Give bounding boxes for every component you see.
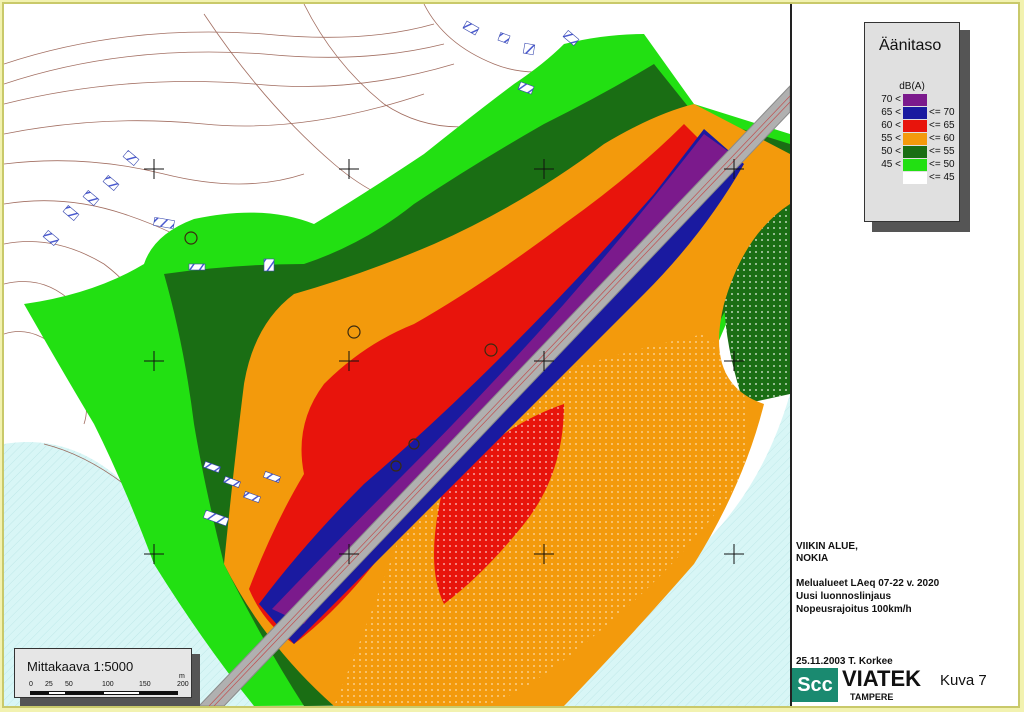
legend-title: Äänitaso xyxy=(879,37,942,54)
legend-lower: 65 < xyxy=(881,107,901,118)
scale-tick: 0 xyxy=(29,681,33,688)
scale-bar-segment xyxy=(48,691,66,695)
noise-map xyxy=(4,4,790,706)
scale-bar-segment xyxy=(103,691,140,695)
legend: Äänitaso dB(A) 70 < 65 < <= 70 60 < <= 6… xyxy=(864,22,960,222)
legend-swatch xyxy=(903,159,927,171)
scale-unit: m xyxy=(179,673,185,680)
scale-tick: 150 xyxy=(139,681,151,688)
legend-upper: <= 60 xyxy=(929,133,955,144)
legend-row: 70 < xyxy=(865,94,959,107)
legend-row: 60 < <= 65 xyxy=(865,120,959,133)
scale-bar-segment xyxy=(66,691,103,695)
legend-swatch xyxy=(903,133,927,145)
scale-tick: 100 xyxy=(102,681,114,688)
legend-lower: 50 < xyxy=(881,146,901,157)
legend-lower: 45 < xyxy=(881,159,901,170)
legend-upper: <= 70 xyxy=(929,107,955,118)
noise-title: Melualueet LAeq 07-22 v. 2020 xyxy=(796,578,940,589)
legend-row: 50 < <= 55 xyxy=(865,146,959,159)
legend-swatch xyxy=(903,146,927,158)
legend-unit: dB(A) xyxy=(899,81,925,92)
scale-tick: 25 xyxy=(45,681,53,688)
legend-lower: 55 < xyxy=(881,133,901,144)
legend-swatch xyxy=(903,172,927,184)
scale-tick: 50 xyxy=(65,681,73,688)
legend-row: 65 < <= 70 xyxy=(865,107,959,120)
scc-logo: Scc xyxy=(792,668,838,702)
legend-row: 55 < <= 60 xyxy=(865,133,959,146)
scale-label: Mittakaava 1:5000 xyxy=(27,659,134,674)
legend-lower: 70 < xyxy=(881,94,901,105)
legend-swatch xyxy=(903,107,927,119)
legend-row: 45 < <= 50 xyxy=(865,159,959,172)
area-name: VIIKIN ALUE, xyxy=(796,541,858,552)
scale-bar-segment xyxy=(30,691,48,695)
alignment: Uusi luonnoslinjaus xyxy=(796,591,892,602)
scale-tick: 200 xyxy=(177,681,189,688)
figure-label: Kuva 7 xyxy=(940,672,987,689)
legend-upper: <= 55 xyxy=(929,146,955,157)
legend-upper: <= 65 xyxy=(929,120,955,131)
viatek-logo: VIATEK xyxy=(842,666,922,691)
speed-limit: Nopeusrajoitus 100km/h xyxy=(796,604,912,615)
tampere-label: TAMPERE xyxy=(850,692,894,702)
legend-upper: <= 50 xyxy=(929,159,955,170)
legend-lower: 60 < xyxy=(881,120,901,131)
legend-swatch xyxy=(903,120,927,132)
legend-row: <= 45 xyxy=(865,172,959,185)
scale-bar-segment xyxy=(140,691,178,695)
legend-upper: <= 45 xyxy=(929,172,955,183)
legend-swatch xyxy=(903,94,927,106)
scale-box: Mittakaava 1:5000 0 25 50 100 150 200 m xyxy=(14,648,192,698)
municipality: NOKIA xyxy=(796,553,829,564)
